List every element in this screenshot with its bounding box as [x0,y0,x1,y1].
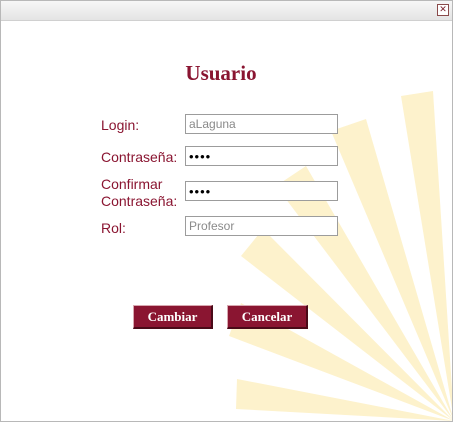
login-label: Login: [101,117,140,133]
confirm-password-label-line1: Confirmar [101,176,163,192]
page-title: Usuario [185,61,257,85]
sunburst-watermark-icon [229,91,452,421]
login-field[interactable] [185,114,338,134]
role-field[interactable] [185,216,338,236]
cancel-button[interactable]: Cancelar [227,305,308,329]
change-button[interactable]: Cambiar [133,305,213,329]
confirm-password-field[interactable] [185,181,338,201]
title-bar: ✕ [1,1,452,21]
confirm-password-label-line2: Contraseña: [101,193,178,209]
password-label: Contraseña: [101,149,178,165]
role-label: Rol: [101,220,126,236]
user-dialog: ✕ Usuario Login: Contraseña: Confirmar C… [0,0,453,422]
close-icon[interactable]: ✕ [437,4,449,16]
password-field[interactable] [185,146,338,166]
